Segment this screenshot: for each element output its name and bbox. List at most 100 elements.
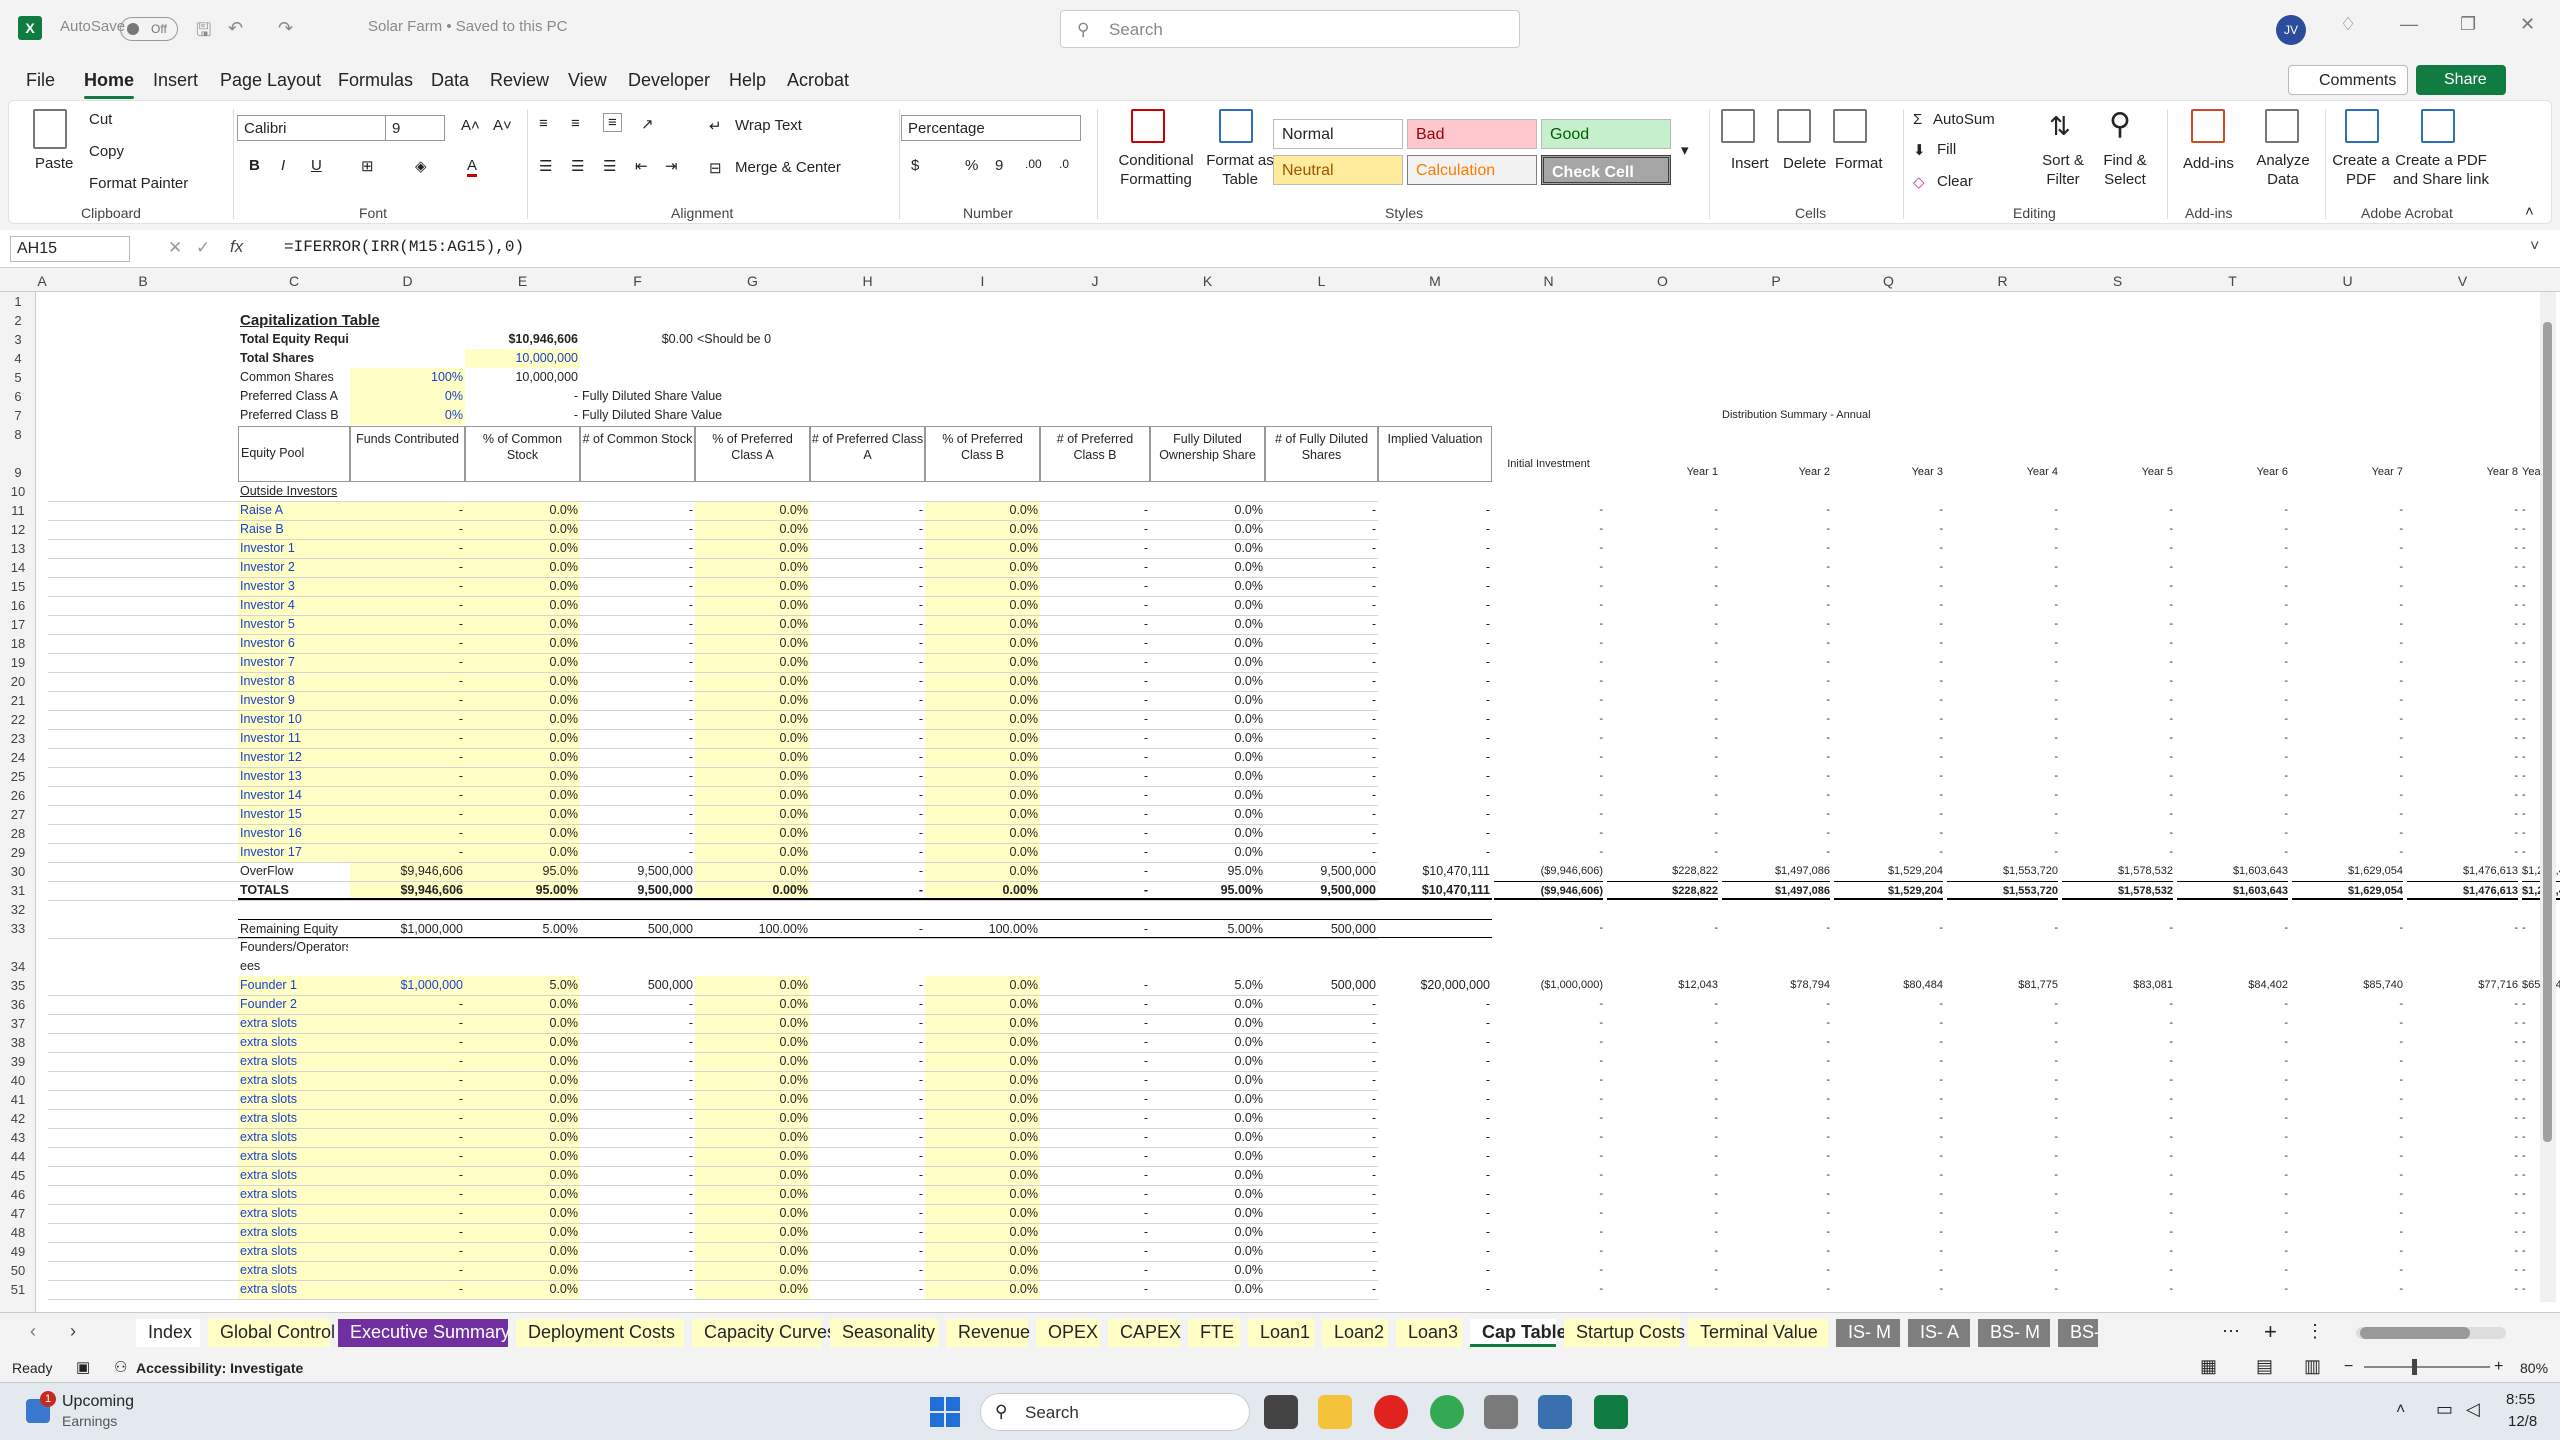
cap-value[interactable]: 0.0% xyxy=(925,634,1040,653)
cap-value[interactable]: 0.0% xyxy=(1150,1261,1265,1280)
distribution-value[interactable]: - xyxy=(2407,1014,2518,1033)
cap-value[interactable]: - xyxy=(810,995,925,1014)
cap-value[interactable]: 0.0% xyxy=(695,1280,810,1299)
distribution-value[interactable]: - xyxy=(1494,729,1603,748)
cap-value[interactable]: - xyxy=(1265,1033,1378,1052)
equity-pool-name[interactable]: extra slots xyxy=(238,1185,350,1204)
cap-value[interactable]: - xyxy=(580,634,695,653)
cap-value[interactable]: - xyxy=(810,1128,925,1147)
distribution-value[interactable]: - xyxy=(1947,748,2058,767)
row-header[interactable]: 33 xyxy=(0,921,36,936)
distribution-value[interactable]: - xyxy=(2292,710,2403,729)
distribution-value[interactable]: - xyxy=(1834,501,1943,520)
distribution-value[interactable]: - xyxy=(2407,1109,2518,1128)
row-header[interactable]: 1 xyxy=(0,294,36,309)
distribution-value[interactable]: - xyxy=(2407,501,2518,520)
cap-value[interactable]: - xyxy=(1265,634,1378,653)
cap-value[interactable]: 0.0% xyxy=(695,1223,810,1242)
row-header[interactable]: 27 xyxy=(0,807,36,822)
cap-value[interactable]: 0.0% xyxy=(695,843,810,862)
wrap-text-button[interactable]: Wrap Text xyxy=(735,117,802,134)
clock-date[interactable]: 12/8 xyxy=(2508,1413,2537,1430)
cap-value[interactable]: - xyxy=(1265,1071,1378,1090)
row-header[interactable]: 29 xyxy=(0,845,36,860)
distribution-value[interactable]: - xyxy=(1494,520,1603,539)
cap-value[interactable]: 0.0% xyxy=(465,558,580,577)
sheet-tab[interactable]: OPEX xyxy=(1036,1319,1100,1347)
sheet-tab[interactable]: Terminal Value xyxy=(1688,1319,1828,1347)
distribution-value[interactable]: - xyxy=(1607,1166,1718,1185)
distribution-value[interactable]: - xyxy=(1722,710,1830,729)
distribution-value[interactable]: - xyxy=(1947,1071,2058,1090)
cap-value[interactable]: - xyxy=(810,1052,925,1071)
clear-button[interactable]: Clear xyxy=(1937,173,1973,190)
distribution-value[interactable]: - xyxy=(2407,995,2518,1014)
cap-value[interactable]: - xyxy=(810,615,925,634)
distribution-value[interactable]: - xyxy=(1494,748,1603,767)
cap-value[interactable]: 0.0% xyxy=(925,1090,1040,1109)
sheet-tab[interactable]: Loan1 xyxy=(1248,1319,1314,1347)
cap-value[interactable]: - xyxy=(1378,520,1492,539)
distribution-value[interactable]: - xyxy=(1607,1147,1718,1166)
distribution-value[interactable]: - xyxy=(1607,1109,1718,1128)
borders-icon[interactable]: ⊞ xyxy=(361,157,374,175)
distribution-value[interactable]: - xyxy=(2522,1166,2526,1185)
font-color-icon[interactable]: A xyxy=(467,157,478,177)
cap-value[interactable]: - xyxy=(1378,1261,1492,1280)
distribution-value[interactable]: - xyxy=(1722,1204,1830,1223)
cap-value[interactable]: - xyxy=(1040,691,1150,710)
distribution-value[interactable]: - xyxy=(1607,748,1718,767)
distribution-value[interactable]: - xyxy=(1722,843,1830,862)
cap-value[interactable]: 0.0% xyxy=(695,520,810,539)
cap-value[interactable]: - xyxy=(580,1147,695,1166)
distribution-header[interactable]: Year 8 xyxy=(2407,463,2518,482)
style-good[interactable]: Good xyxy=(1541,119,1671,149)
distribution-value[interactable]: - xyxy=(2292,1090,2403,1109)
distribution-value[interactable]: - xyxy=(2407,843,2518,862)
cap-value[interactable]: - xyxy=(580,691,695,710)
distribution-value[interactable]: - xyxy=(2062,1033,2173,1052)
distribution-value[interactable]: $12,043 xyxy=(1607,976,1718,995)
distribution-value[interactable]: - xyxy=(2062,520,2173,539)
cut-button[interactable]: Cut xyxy=(89,111,112,128)
distribution-value[interactable]: - xyxy=(2177,672,2288,691)
save-icon[interactable]: 🖫 xyxy=(196,18,211,48)
cap-value[interactable]: - xyxy=(1040,634,1150,653)
cap-value[interactable]: 0.0% xyxy=(465,1033,580,1052)
cap-value[interactable]: 0.0% xyxy=(925,843,1040,862)
distribution-value[interactable]: - xyxy=(1947,1052,2058,1071)
cap-value[interactable]: 0.0% xyxy=(925,1128,1040,1147)
cap-value[interactable]: - xyxy=(810,596,925,615)
distribution-value[interactable]: - xyxy=(2522,995,2526,1014)
cap-value[interactable]: - xyxy=(350,786,465,805)
cap-value[interactable]: 0.0% xyxy=(695,748,810,767)
cap-value[interactable]: 500,000 xyxy=(580,919,695,938)
cap-value[interactable]: - xyxy=(350,1071,465,1090)
distribution-value[interactable]: - xyxy=(1947,805,2058,824)
cap-value[interactable]: - xyxy=(350,596,465,615)
distribution-value[interactable]: - xyxy=(2062,805,2173,824)
pref-b-label[interactable]: Preferred Class B xyxy=(240,406,348,425)
macro-icon[interactable]: ▣ xyxy=(76,1358,90,1376)
cap-value[interactable]: - xyxy=(810,748,925,767)
distribution-value[interactable]: $81,775 xyxy=(1947,976,2058,995)
distribution-value[interactable]: - xyxy=(1947,691,2058,710)
column-header[interactable]: S xyxy=(2060,273,2175,289)
distribution-value[interactable]: - xyxy=(1494,691,1603,710)
cap-value[interactable]: 0.0% xyxy=(695,767,810,786)
distribution-value[interactable]: - xyxy=(1494,1071,1603,1090)
insert-function-icon[interactable]: fx xyxy=(230,237,243,257)
distribution-value[interactable]: - xyxy=(1947,501,2058,520)
cap-value[interactable]: - xyxy=(1378,1185,1492,1204)
cap-value[interactable]: 0.0% xyxy=(695,1033,810,1052)
cap-value[interactable]: - xyxy=(580,1109,695,1128)
row-header[interactable]: 7 xyxy=(0,408,36,423)
cap-value[interactable]: - xyxy=(580,1090,695,1109)
cap-value[interactable]: - xyxy=(1265,539,1378,558)
cap-value[interactable]: - xyxy=(1040,520,1150,539)
cap-value[interactable]: - xyxy=(1040,558,1150,577)
notepad-icon[interactable] xyxy=(1538,1395,1572,1429)
column-title[interactable]: # of Preferred Class B xyxy=(1040,426,1150,482)
clear-icon[interactable]: ◇ xyxy=(1913,173,1925,191)
cap-value[interactable]: - xyxy=(350,843,465,862)
